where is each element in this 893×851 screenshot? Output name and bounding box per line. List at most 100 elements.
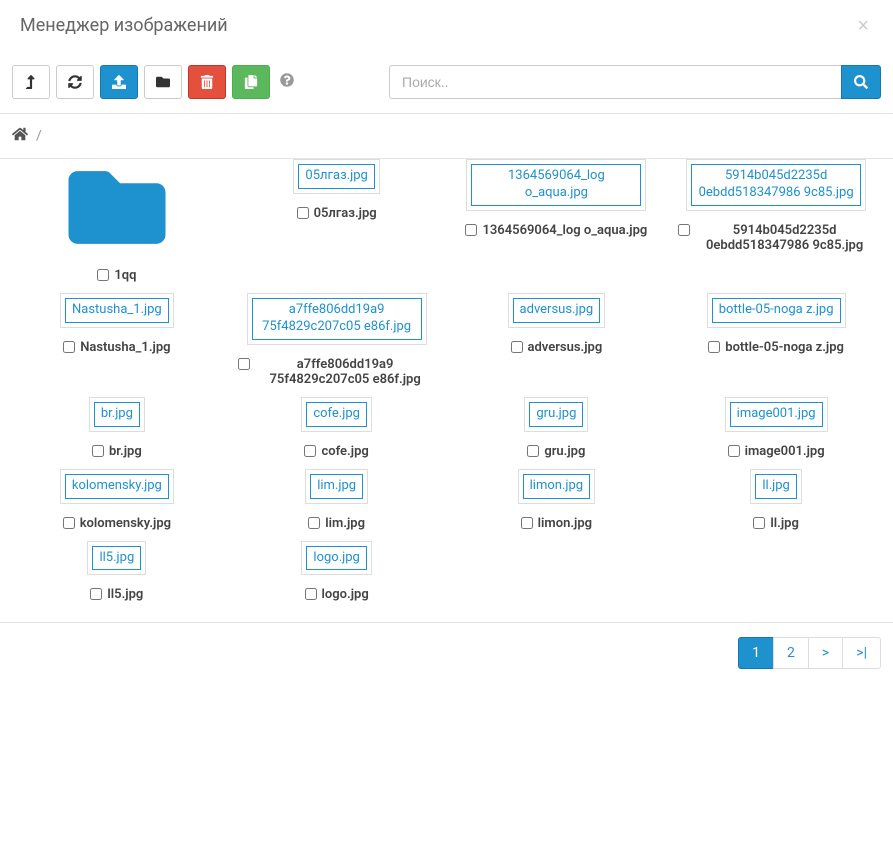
- select-checkbox[interactable]: [678, 224, 690, 236]
- thumbnail-text: limon.jpg: [523, 474, 590, 499]
- select-checkbox[interactable]: [465, 224, 477, 236]
- folder-icon: [156, 75, 170, 89]
- item-name: a7ffe806dd19a9 75f4829c207c05 e86f.jpg: [255, 357, 435, 387]
- thumbnail[interactable]: kolomensky.jpg: [60, 469, 174, 504]
- select-checkbox[interactable]: [708, 341, 720, 353]
- page-2[interactable]: 2: [773, 637, 809, 669]
- breadcrumb-home[interactable]: [12, 126, 28, 146]
- item-name: adversus.jpg: [528, 340, 603, 355]
- new-folder-button[interactable]: [144, 65, 182, 99]
- thumbnail-text: br.jpg: [94, 402, 140, 427]
- help-icon[interactable]: [280, 73, 294, 91]
- thumbnail[interactable]: gru.jpg: [524, 397, 588, 432]
- item-label: limon.jpg: [452, 516, 662, 531]
- thumbnail[interactable]: ll.jpg: [750, 469, 801, 504]
- page-1[interactable]: 1: [738, 637, 774, 669]
- thumbnail[interactable]: 05лгаз.jpg: [293, 159, 379, 194]
- select-checkbox[interactable]: [521, 517, 533, 529]
- file-item[interactable]: adversus.jpg adversus.jpg: [452, 293, 662, 355]
- thumbnail[interactable]: bottle-05-noga z.jpg: [707, 293, 846, 328]
- select-checkbox[interactable]: [308, 517, 320, 529]
- thumbnail[interactable]: adversus.jpg: [508, 293, 606, 328]
- select-checkbox[interactable]: [511, 341, 523, 353]
- select-checkbox[interactable]: [63, 517, 75, 529]
- item-label: bottle-05-noga z.jpg: [671, 340, 881, 355]
- thumbnail[interactable]: ll5.jpg: [87, 541, 146, 576]
- thumbnail-text: ll5.jpg: [92, 546, 141, 571]
- item-name: Nastusha_1.jpg: [80, 340, 170, 355]
- thumbnail-text: 5914b045d2235d 0ebdd518347986 9c85.jpg: [691, 164, 861, 206]
- file-item[interactable]: Nastusha_1.jpg Nastusha_1.jpg: [12, 293, 222, 355]
- file-item[interactable]: cofe.jpgcofe.jpg: [232, 397, 442, 459]
- refresh-button[interactable]: [56, 65, 94, 99]
- page-next[interactable]: >: [808, 637, 843, 669]
- move-copy-button[interactable]: [232, 65, 270, 99]
- thumbnail[interactable]: lim.jpg: [305, 469, 368, 504]
- thumbnail-text: adversus.jpg: [513, 298, 601, 323]
- select-checkbox[interactable]: [97, 269, 109, 281]
- file-item[interactable]: limon.jpg limon.jpg: [452, 469, 662, 531]
- thumbnail[interactable]: br.jpg: [89, 397, 145, 432]
- thumbnail[interactable]: 1364569064_log o_aqua.jpg: [466, 159, 646, 211]
- parent-folder-button[interactable]: [12, 65, 50, 99]
- file-item[interactable]: kolomensky.jpg kolomensky.jpg: [12, 469, 222, 531]
- thumbnail[interactable]: image001.jpg: [725, 397, 828, 432]
- file-item[interactable]: a7ffe806dd19a9 75f4829c207c05 e86f.jpg a7…: [232, 293, 442, 387]
- thumbnail[interactable]: 5914b045d2235d 0ebdd518347986 9c85.jpg: [686, 159, 866, 211]
- item-name: lim.jpg: [325, 516, 365, 531]
- search-icon: [854, 75, 868, 89]
- thumbnail[interactable]: a7ffe806dd19a9 75f4829c207c05 e86f.jpg: [247, 293, 427, 345]
- select-checkbox[interactable]: [90, 588, 102, 600]
- folder-item[interactable]: 1qq: [12, 159, 222, 283]
- file-item[interactable]: bottle-05-noga z.jpg bottle-05-noga z.jpg: [671, 293, 881, 355]
- file-item[interactable]: ll.jpg ll.jpg: [671, 469, 881, 531]
- file-item[interactable]: logo.jpglogo.jpg: [232, 541, 442, 603]
- item-name: image001.jpg: [745, 444, 825, 459]
- item-label: gru.jpg: [452, 444, 662, 459]
- thumbnail-text: ll.jpg: [755, 474, 796, 499]
- file-item[interactable]: lim.jpg lim.jpg: [232, 469, 442, 531]
- search-button[interactable]: [841, 65, 881, 99]
- search-input[interactable]: [389, 65, 841, 99]
- thumbnail-text: lim.jpg: [310, 474, 363, 499]
- thumbnail-text: bottle-05-noga z.jpg: [712, 298, 841, 323]
- select-checkbox[interactable]: [753, 517, 765, 529]
- file-item[interactable]: 1364569064_log o_aqua.jpg 1364569064_log …: [452, 159, 662, 238]
- item-label: adversus.jpg: [452, 340, 662, 355]
- thumbnail[interactable]: limon.jpg: [518, 469, 595, 504]
- thumbnail-text: logo.jpg: [306, 546, 366, 571]
- close-icon[interactable]: ×: [851, 14, 875, 39]
- trash-icon: [200, 75, 214, 89]
- refresh-icon: [68, 75, 82, 89]
- item-label: 5914b045d2235d 0ebdd518347986 9c85.jpg: [671, 223, 881, 253]
- delete-button[interactable]: [188, 65, 226, 99]
- file-item[interactable]: image001.jpg image001.jpg: [671, 397, 881, 459]
- thumbnail[interactable]: cofe.jpg: [301, 397, 372, 432]
- select-checkbox[interactable]: [238, 358, 250, 370]
- file-item[interactable]: ll5.jpgll5.jpg: [12, 541, 222, 603]
- select-checkbox[interactable]: [305, 588, 317, 600]
- item-name: kolomensky.jpg: [80, 516, 171, 531]
- item-label: 1qq: [12, 268, 222, 283]
- select-checkbox[interactable]: [63, 341, 75, 353]
- page-last[interactable]: >|: [842, 637, 881, 669]
- item-label: 1364569064_log o_aqua.jpg: [452, 223, 662, 238]
- thumbnail-text: Nastusha_1.jpg: [65, 298, 169, 323]
- select-checkbox[interactable]: [92, 445, 104, 457]
- home-icon: [12, 126, 28, 142]
- thumbnail[interactable]: logo.jpg: [301, 541, 371, 576]
- thumbnail[interactable]: Nastusha_1.jpg: [60, 293, 174, 328]
- item-name: br.jpg: [109, 444, 142, 459]
- item-name: bottle-05-noga z.jpg: [725, 340, 844, 355]
- select-checkbox[interactable]: [527, 445, 539, 457]
- item-name: ll.jpg: [770, 516, 798, 531]
- select-checkbox[interactable]: [297, 207, 309, 219]
- file-item[interactable]: 05лгаз.jpg05лгаз.jpg: [232, 159, 442, 221]
- file-item[interactable]: br.jpg br.jpg: [12, 397, 222, 459]
- select-checkbox[interactable]: [304, 445, 316, 457]
- select-checkbox[interactable]: [728, 445, 740, 457]
- file-item[interactable]: gru.jpg gru.jpg: [452, 397, 662, 459]
- upload-button[interactable]: [100, 65, 138, 99]
- file-item[interactable]: 5914b045d2235d 0ebdd518347986 9c85.jpg 59…: [671, 159, 881, 253]
- item-label: br.jpg: [12, 444, 222, 459]
